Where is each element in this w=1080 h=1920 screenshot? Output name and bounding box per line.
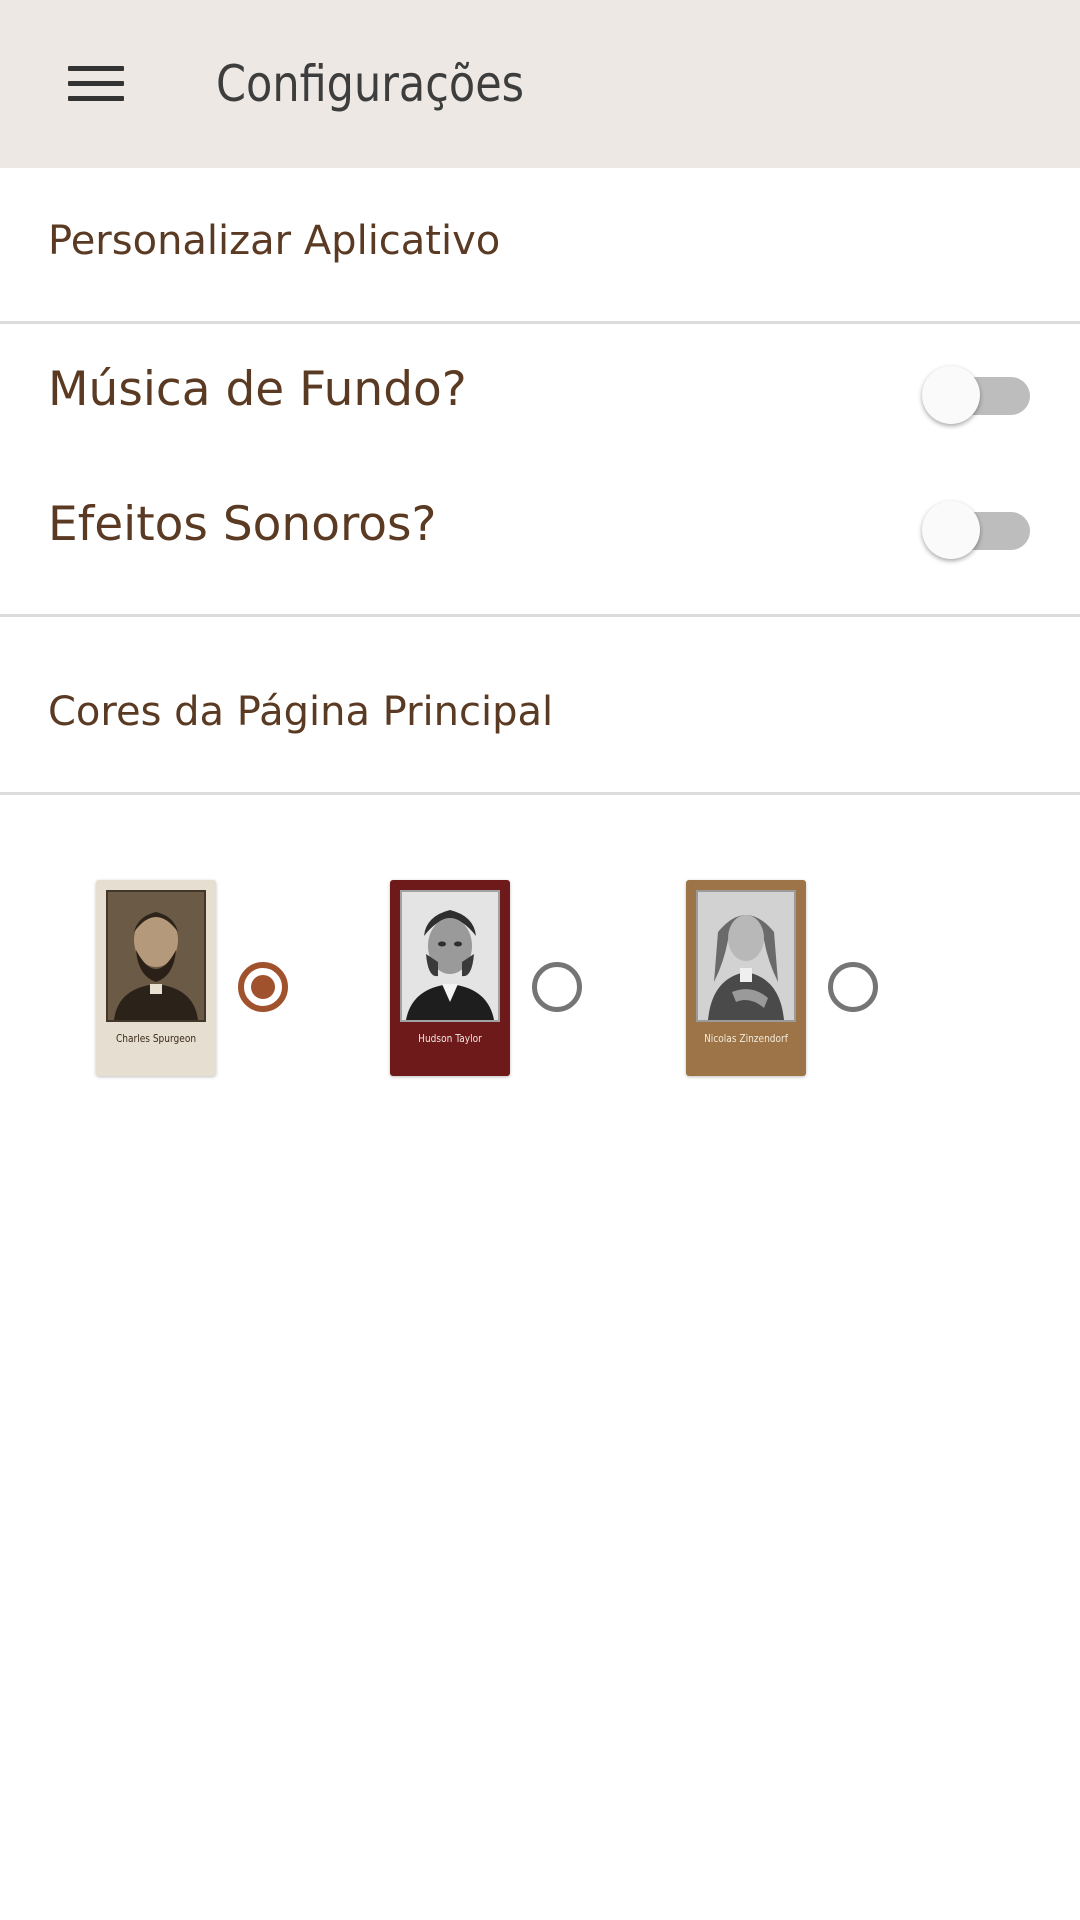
- theme-radio-zinzendorf[interactable]: [828, 962, 878, 1012]
- hamburger-menu-icon: [68, 64, 124, 104]
- theme-card: Hudson Taylor: [390, 880, 510, 1076]
- portrait-image: [106, 890, 206, 1022]
- portrait-image: [400, 890, 500, 1022]
- theme-name-label: Charles Spurgeon: [115, 1032, 197, 1045]
- section-personalize: Personalizar Aplicativo: [0, 168, 1080, 324]
- theme-name-label: Nicolas Zinzendorf: [704, 1032, 788, 1045]
- portrait-image: [696, 890, 796, 1022]
- section-title-home-colors: Cores da Página Principal: [48, 689, 554, 735]
- section-title-personalize: Personalizar Aplicativo: [48, 218, 501, 264]
- section-home-colors: Cores da Página Principal: [0, 617, 1080, 795]
- page-title: Configurações: [216, 55, 525, 113]
- theme-card: Nicolas Zinzendorf: [686, 880, 806, 1076]
- divider: [0, 324, 1080, 617]
- menu-button[interactable]: [56, 52, 136, 116]
- radio-dot: [251, 975, 275, 999]
- theme-card: Charles Spurgeon: [96, 880, 216, 1076]
- theme-radio-spurgeon[interactable]: [238, 962, 288, 1012]
- app-bar: Configurações: [0, 0, 1080, 168]
- theme-radio-taylor[interactable]: [532, 962, 582, 1012]
- theme-name-label: Hudson Taylor: [418, 1032, 482, 1045]
